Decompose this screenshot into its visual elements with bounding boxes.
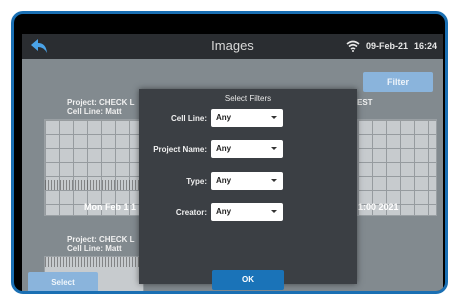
thumbnail-grid — [45, 120, 143, 215]
type-dropdown[interactable]: Any — [211, 172, 283, 190]
filter-row-type: Type: Any — [139, 172, 357, 192]
dialog-title: Select Filters — [224, 94, 272, 103]
filter-row-cell-line: Cell Line: Any — [139, 109, 357, 129]
filter-button[interactable]: Filter — [363, 72, 433, 92]
filter-label: Creator: — [175, 208, 207, 217]
wifi-icon — [346, 40, 360, 52]
filter-row-project-name: Project Name: Any — [139, 140, 357, 160]
card-project: EST — [357, 98, 373, 107]
card-cell-line: Cell Line: Matt — [67, 244, 122, 253]
card-cell-line: Cell Line: Matt — [67, 107, 122, 116]
status-date: 09-Feb-21 — [365, 41, 408, 51]
filter-row-creator: Creator: Any — [139, 203, 357, 223]
project-name-dropdown[interactable]: Any — [211, 140, 283, 158]
card-date: Mon Feb 1 1 — [84, 202, 137, 212]
thumbnail-hatch — [45, 180, 143, 190]
status-area: 09-Feb-21 16:24 — [346, 40, 437, 52]
card-project: Project: CHECK L — [67, 98, 135, 107]
card-project-label: Project: CHECK L Cell Line: Matt — [67, 235, 135, 253]
app-screen: Images 09-Feb-21 16:24 Filter Project: C… — [22, 34, 443, 291]
select-button[interactable]: Select — [28, 272, 98, 291]
chevron-down-icon — [271, 116, 277, 119]
chevron-down-icon — [271, 179, 277, 182]
select-filters-dialog: Select Filters Cell Line: Any Project Na… — [139, 89, 357, 290]
status-time: 16:24 — [413, 41, 437, 51]
dropdown-value: Any — [216, 207, 232, 216]
filter-label: Project Name: — [153, 145, 207, 154]
card-date: 1:00 2021 — [358, 202, 399, 212]
filter-label: Cell Line: — [170, 114, 207, 123]
cell-line-dropdown[interactable]: Any — [211, 109, 283, 127]
thumbnail-hatch — [45, 257, 143, 267]
thumbnail-grid — [358, 120, 436, 215]
dropdown-value: Any — [216, 113, 232, 122]
creator-dropdown[interactable]: Any — [211, 203, 283, 221]
dropdown-value: Any — [216, 144, 232, 153]
top-bar: Images 09-Feb-21 16:24 — [22, 34, 443, 59]
chevron-down-icon — [271, 147, 277, 150]
ok-button[interactable]: OK — [212, 270, 284, 290]
device-frame: Images 09-Feb-21 16:24 Filter Project: C… — [11, 11, 448, 294]
card-project-label: Project: CHECK L Cell Line: Matt — [67, 98, 135, 116]
dropdown-value: Any — [216, 176, 232, 185]
filter-label: Type: — [186, 177, 207, 186]
card-project: Project: CHECK L — [67, 235, 135, 244]
chevron-down-icon — [271, 210, 277, 213]
